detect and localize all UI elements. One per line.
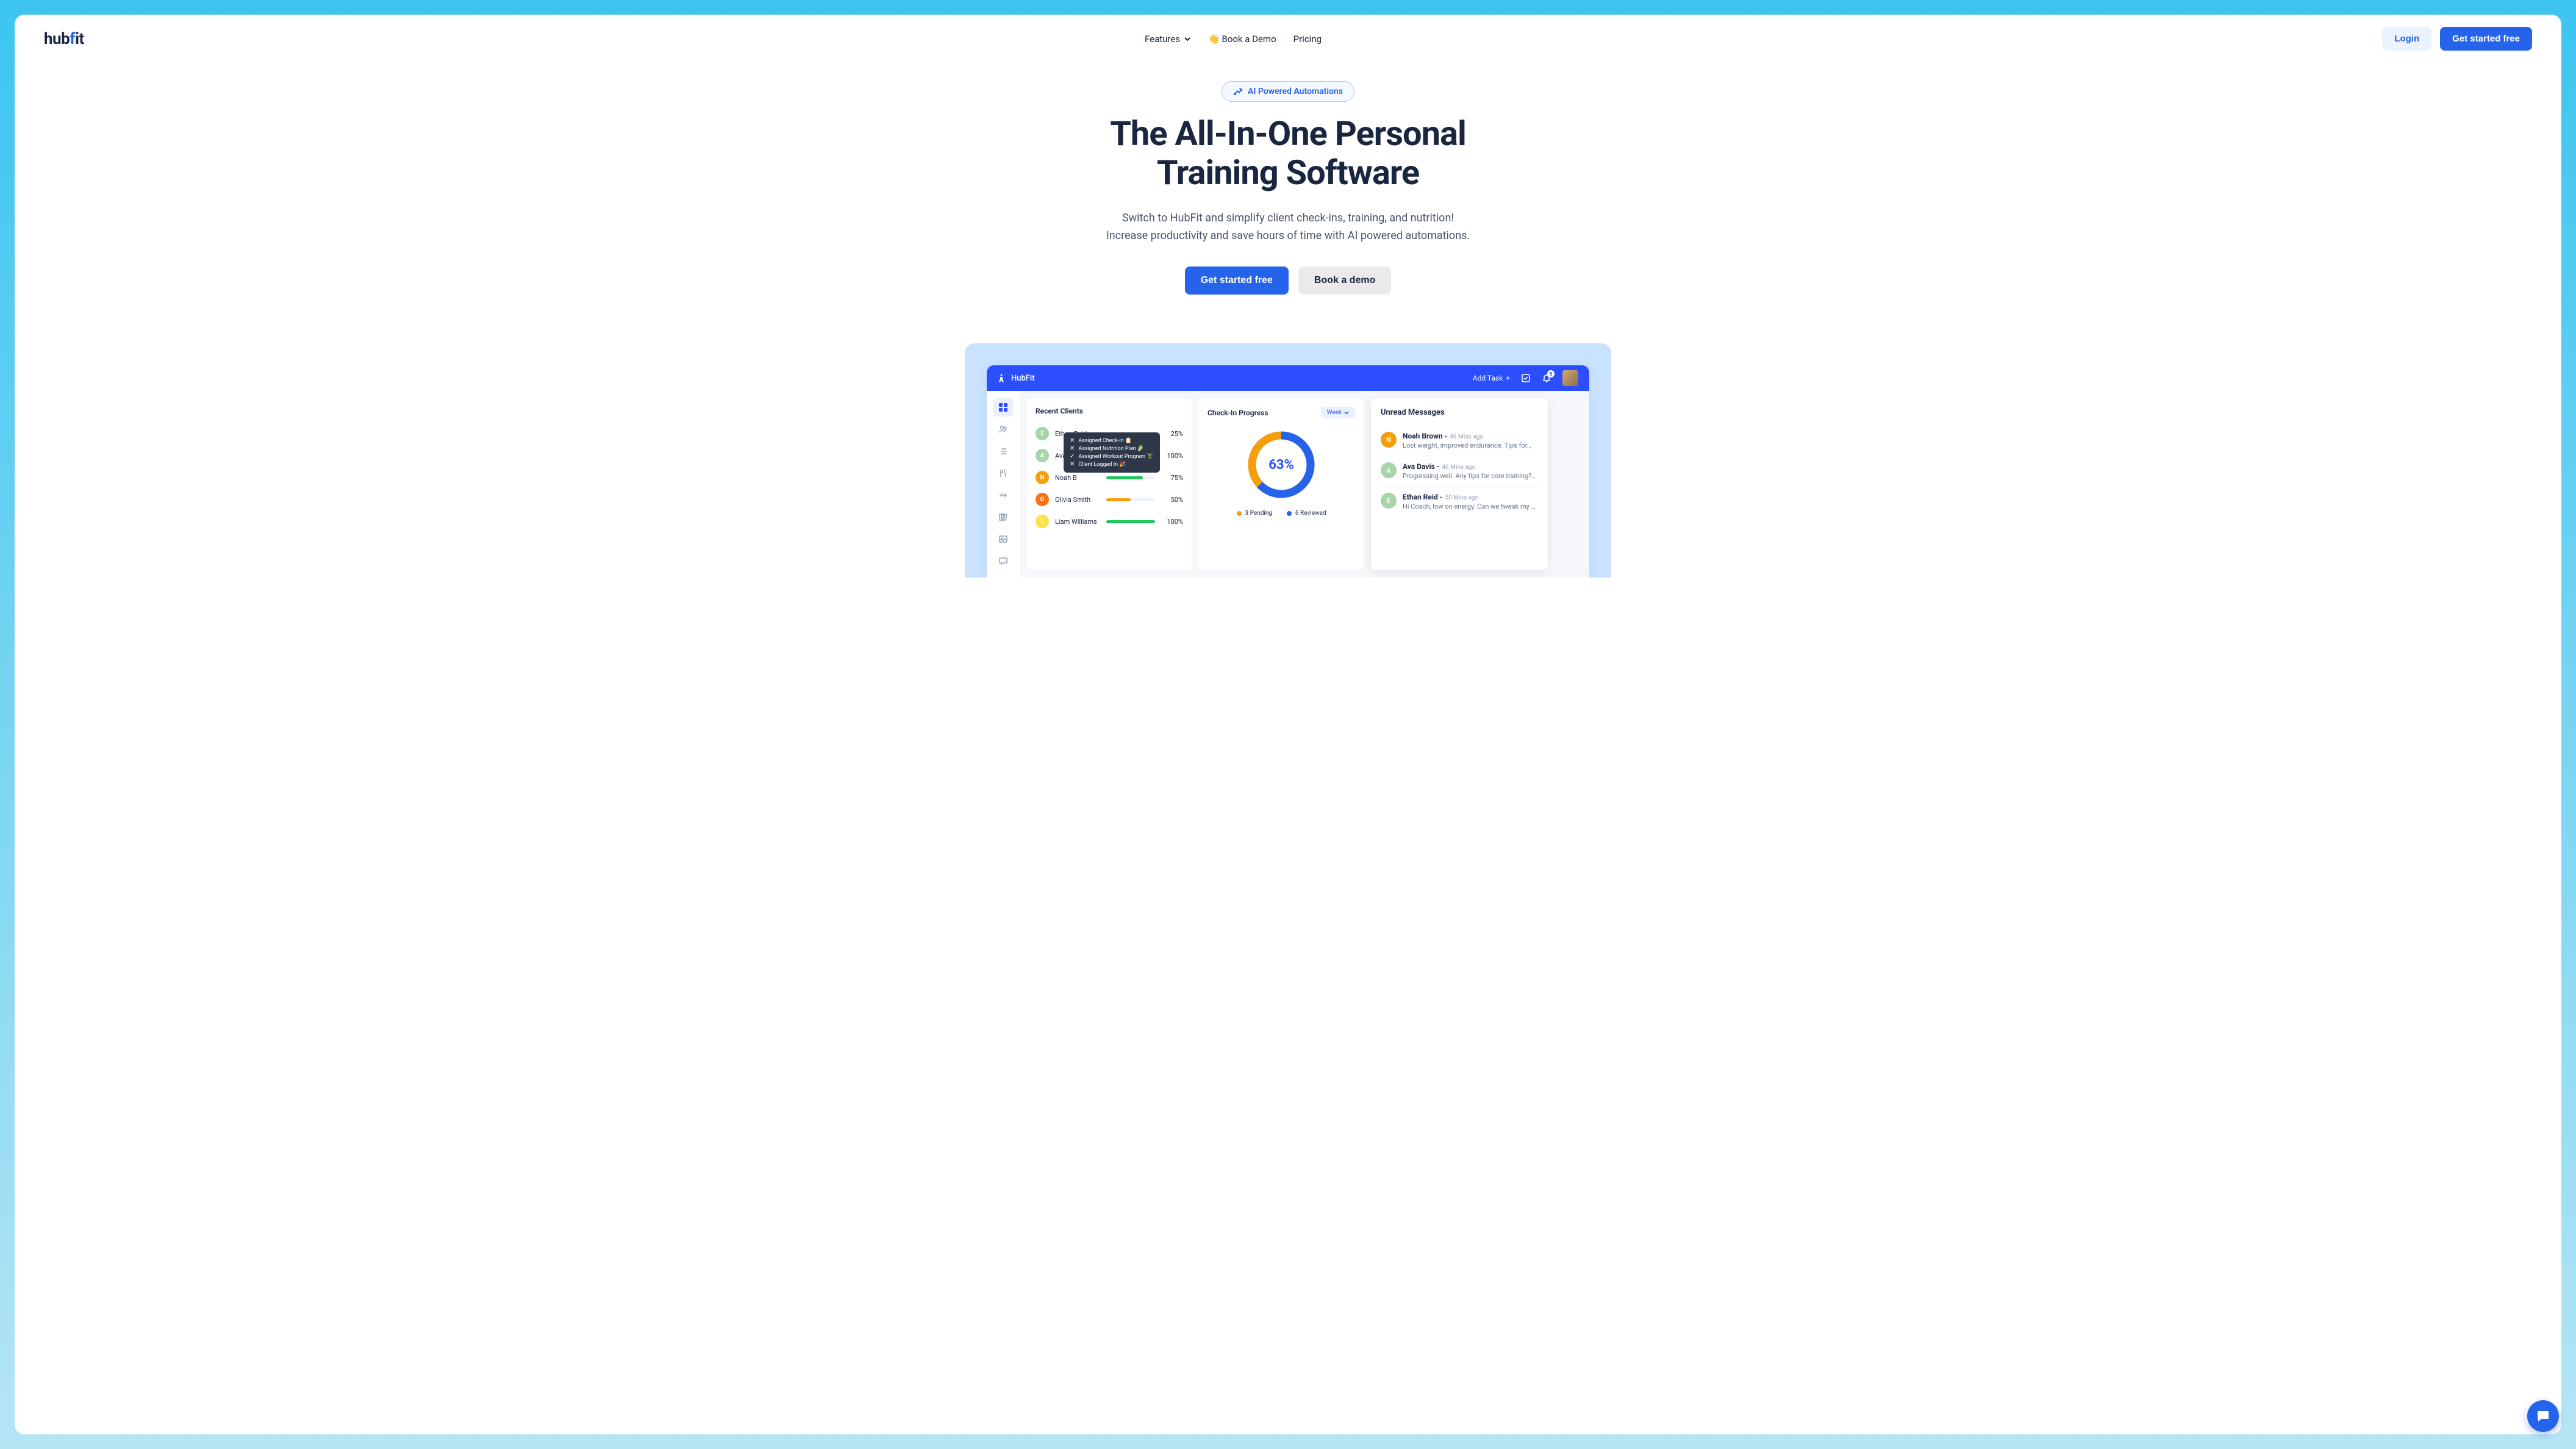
- client-name: Liam Williams: [1055, 518, 1100, 526]
- legend-pending: 3 Pending: [1237, 510, 1272, 517]
- checkin-donut: 63%: [1245, 428, 1318, 501]
- tooltip-mark-icon: ✕: [1070, 461, 1075, 468]
- reviewed-dot-icon: [1287, 511, 1292, 516]
- recent-clients-card: Recent Clients E Ethan Reid 25% A Ava Da…: [1027, 398, 1192, 570]
- nav-book-demo[interactable]: 👋 Book a Demo: [1208, 34, 1276, 45]
- sidebar-chat-icon[interactable]: [993, 552, 1014, 570]
- chat-icon: [2536, 1409, 2550, 1423]
- nav-features[interactable]: Features: [1145, 34, 1191, 45]
- logo[interactable]: hubfit: [44, 30, 84, 48]
- client-name: Olivia Smith: [1055, 496, 1100, 504]
- message-time: 48 Mins ago: [1442, 464, 1475, 471]
- tooltip-row: ✕Assigned Check-In 📋: [1070, 437, 1154, 445]
- client-pct: 75%: [1161, 474, 1183, 482]
- client-avatar: O: [1036, 493, 1049, 506]
- chevron-down-icon: [1344, 410, 1349, 415]
- checkbox-icon[interactable]: [1521, 373, 1531, 383]
- sidebar-nutrition-icon[interactable]: [993, 464, 1014, 482]
- logo-mark-icon: [998, 374, 1005, 382]
- client-avatar: N: [1036, 471, 1049, 484]
- checkin-title: Check-In Progress: [1208, 409, 1268, 417]
- client-progress-bar: [1106, 476, 1155, 479]
- message-time: 50 Mins ago: [1445, 495, 1478, 501]
- client-row[interactable]: L Liam Williams 100%: [1036, 510, 1183, 532]
- nav-pricing[interactable]: Pricing: [1293, 34, 1322, 45]
- sidebar-library-icon[interactable]: [993, 508, 1014, 526]
- client-avatar: A: [1036, 449, 1049, 462]
- pending-dot-icon: [1237, 511, 1242, 516]
- nav-pricing-label: Pricing: [1293, 34, 1322, 45]
- bell-badge: 5: [1547, 370, 1555, 377]
- client-avatar: L: [1036, 515, 1049, 528]
- message-name: Ethan Reid -: [1403, 493, 1442, 501]
- client-progress-bar: [1106, 498, 1155, 501]
- tooltip-mark-icon: ✕: [1070, 437, 1075, 444]
- message-avatar: A: [1381, 462, 1397, 478]
- hero-badge[interactable]: AI Powered Automations: [1222, 81, 1354, 102]
- hero-get-started-button[interactable]: Get started free: [1185, 267, 1289, 295]
- tooltip-row: ✓Assigned Workout Program 🏋: [1070, 453, 1154, 460]
- nav-features-label: Features: [1145, 34, 1180, 45]
- tooltip-mark-icon: ✓: [1070, 453, 1075, 460]
- tooltip-row: ✕Assigned Nutrition Plan 🥬: [1070, 445, 1154, 453]
- period-selector[interactable]: Week: [1321, 407, 1355, 418]
- message-avatar: E: [1381, 493, 1397, 509]
- dash-brand: HubFit: [998, 374, 1035, 383]
- sidebar-workout-icon[interactable]: [993, 486, 1014, 504]
- client-pct: 50%: [1161, 496, 1183, 504]
- client-pct: 100%: [1161, 518, 1183, 526]
- hero-book-demo-button[interactable]: Book a demo: [1298, 267, 1391, 295]
- messages-card: Unread Messages N Noah Brown - 46 Mins a…: [1371, 398, 1548, 570]
- messages-title: Unread Messages: [1381, 408, 1538, 417]
- avatar[interactable]: [1562, 370, 1578, 386]
- chevron-down-icon: [1184, 35, 1191, 43]
- recent-clients-title: Recent Clients: [1036, 407, 1183, 415]
- hero-badge-text: AI Powered Automations: [1248, 87, 1343, 96]
- tooltip-mark-icon: ✕: [1070, 445, 1075, 452]
- tooltip-row: ✕Client Logged In 🎉: [1070, 460, 1154, 468]
- message-name: Ava Davis -: [1403, 462, 1439, 471]
- message-text: Hi Coach, low on energy. Can we tweak my…: [1403, 503, 1538, 510]
- dash-sidebar: [987, 391, 1020, 578]
- dash-brand-text: HubFit: [1011, 374, 1035, 383]
- checkin-pct: 63%: [1245, 428, 1318, 501]
- nav-book-demo-label: 👋 Book a Demo: [1208, 34, 1276, 45]
- message-avatar: N: [1381, 432, 1397, 448]
- client-name: Noah B: [1055, 474, 1100, 482]
- sidebar-photo-icon[interactable]: [993, 530, 1014, 548]
- message-name: Noah Brown -: [1403, 432, 1447, 440]
- client-row[interactable]: O Olivia Smith 50%: [1036, 488, 1183, 510]
- message-row[interactable]: A Ava Davis - 48 Mins ago Progressing we…: [1381, 456, 1538, 487]
- client-progress-bar: [1106, 520, 1155, 523]
- client-pct: 25%: [1161, 430, 1183, 438]
- login-button[interactable]: Login: [2382, 27, 2431, 51]
- checkin-card: Check-In Progress Week: [1199, 398, 1364, 570]
- sidebar-list-icon[interactable]: [993, 442, 1014, 460]
- sidebar-clients-icon[interactable]: [993, 420, 1014, 438]
- sidebar-dashboard-icon[interactable]: [993, 398, 1014, 417]
- message-text: Lost weight, improved endurance. Tips fo…: [1403, 442, 1538, 449]
- hero-subtitle: Switch to HubFit and simplify client che…: [1075, 210, 1501, 245]
- dashboard-preview: HubFit Add Task + 5: [965, 343, 1611, 578]
- legend-reviewed: 6 Reviewed: [1287, 510, 1326, 517]
- message-row[interactable]: N Noah Brown - 46 Mins ago Lost weight, …: [1381, 426, 1538, 456]
- chat-fab[interactable]: [2527, 1400, 2559, 1432]
- message-row[interactable]: E Ethan Reid - 50 Mins ago Hi Coach, low…: [1381, 487, 1538, 517]
- message-text: Progressing well. Any tips for core trai…: [1403, 472, 1538, 480]
- bell-icon[interactable]: 5: [1542, 373, 1551, 383]
- logo-text: hubfit: [44, 30, 84, 48]
- get-started-button[interactable]: Get started free: [2440, 27, 2532, 51]
- client-pct: 100%: [1161, 452, 1183, 460]
- client-avatar: E: [1036, 427, 1049, 440]
- client-tooltip: ✕Assigned Check-In 📋✕Assigned Nutrition …: [1064, 432, 1160, 473]
- add-task-button[interactable]: Add Task +: [1473, 374, 1510, 382]
- plus-icon: +: [1506, 374, 1510, 382]
- trend-up-icon: [1233, 87, 1243, 96]
- message-time: 46 Mins ago: [1450, 434, 1483, 440]
- hero-title: The All-In-One Personal Training Softwar…: [39, 114, 2537, 193]
